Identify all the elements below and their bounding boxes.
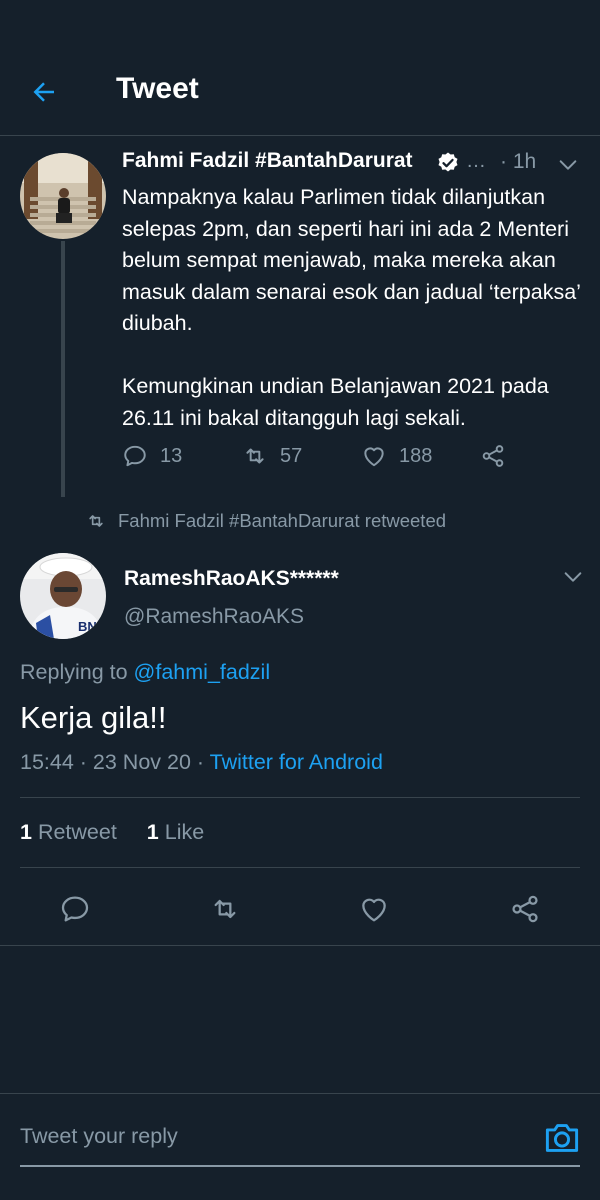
share-button[interactable] bbox=[502, 886, 548, 932]
divider bbox=[20, 797, 580, 798]
tweet-source-link[interactable]: Twitter for Android bbox=[210, 750, 383, 774]
chevron-down-icon[interactable] bbox=[562, 566, 584, 588]
page-title: Tweet bbox=[116, 72, 199, 105]
divider bbox=[0, 945, 600, 946]
reply-icon bbox=[61, 896, 89, 922]
reply-bar: Tweet your reply bbox=[0, 1093, 600, 1200]
chevron-down-icon[interactable] bbox=[557, 154, 579, 176]
tweet-stats: 1 Retweet 1 Like bbox=[20, 820, 204, 845]
arrow-left-icon bbox=[33, 82, 54, 102]
retweets-stat[interactable]: 1 Retweet bbox=[20, 820, 117, 844]
tweet-paragraph: Kemungkinan undian Belanjawan 2021 pada … bbox=[122, 374, 549, 430]
likes-stat[interactable]: 1 Like bbox=[147, 820, 204, 844]
verified-badge-icon bbox=[438, 152, 458, 172]
divider bbox=[20, 867, 580, 868]
reply-input-underline bbox=[20, 1165, 580, 1167]
tweet-meta: 15:44 · 23 Nov 20 · Twitter for Android bbox=[20, 750, 383, 775]
retweet-button[interactable] bbox=[202, 886, 248, 932]
retweet-context: Fahmi Fadzil #BantahDarurat retweeted bbox=[86, 510, 446, 532]
retweet-context-text: Fahmi Fadzil #BantahDarurat retweeted bbox=[118, 510, 447, 531]
avatar[interactable] bbox=[20, 153, 106, 239]
camera-icon[interactable] bbox=[543, 1120, 581, 1156]
share-icon bbox=[482, 445, 504, 467]
top-bar: Tweet bbox=[0, 46, 600, 136]
like-count: 188 bbox=[399, 444, 433, 467]
tweet-text: Nampaknya kalau Parlimen tidak dilanjutk… bbox=[122, 182, 592, 434]
like-button[interactable] bbox=[351, 886, 397, 932]
author-name[interactable]: RameshRaoAKS****** bbox=[124, 567, 339, 591]
name-truncation: … bbox=[466, 150, 486, 172]
back-button[interactable] bbox=[22, 70, 66, 114]
retweet-count: 57 bbox=[280, 444, 303, 467]
heart-icon bbox=[364, 447, 384, 467]
reply-icon bbox=[124, 445, 146, 467]
heart-icon bbox=[362, 898, 386, 922]
tweet-time: · 1h bbox=[500, 150, 537, 173]
thread-connector bbox=[61, 241, 65, 497]
replying-prefix: Replying to bbox=[20, 660, 134, 684]
avatar[interactable]: BN bbox=[20, 553, 106, 639]
retweet-icon bbox=[89, 515, 103, 527]
reply-count: 13 bbox=[160, 444, 183, 467]
tweet-actions bbox=[0, 886, 600, 932]
retweet-icon bbox=[214, 899, 236, 919]
tweet-timestamp: 15:44 · 23 Nov 20 · bbox=[20, 750, 210, 774]
replying-to-link[interactable]: @fahmi_fadzil bbox=[134, 660, 271, 684]
replying-to: Replying to @fahmi_fadzil bbox=[20, 660, 270, 685]
tweet-text: Kerja gila!! bbox=[20, 700, 167, 735]
author-handle[interactable]: @RameshRaoAKS bbox=[124, 605, 304, 629]
share-icon bbox=[512, 895, 538, 923]
svg-text:BN: BN bbox=[78, 619, 97, 634]
status-bar bbox=[0, 0, 600, 46]
retweet-icon bbox=[246, 448, 264, 464]
author-name[interactable]: Fahmi Fadzil #BantahDarurat bbox=[122, 149, 413, 173]
reply-input[interactable]: Tweet your reply bbox=[20, 1124, 178, 1149]
like-button[interactable]: 188 bbox=[361, 443, 432, 469]
reply-button[interactable] bbox=[52, 886, 98, 932]
tweet-paragraph: Nampaknya kalau Parlimen tidak dilanjutk… bbox=[122, 185, 581, 335]
reply-button[interactable]: 13 bbox=[122, 443, 182, 469]
retweet-button[interactable]: 57 bbox=[242, 443, 302, 469]
share-button[interactable] bbox=[480, 443, 506, 469]
